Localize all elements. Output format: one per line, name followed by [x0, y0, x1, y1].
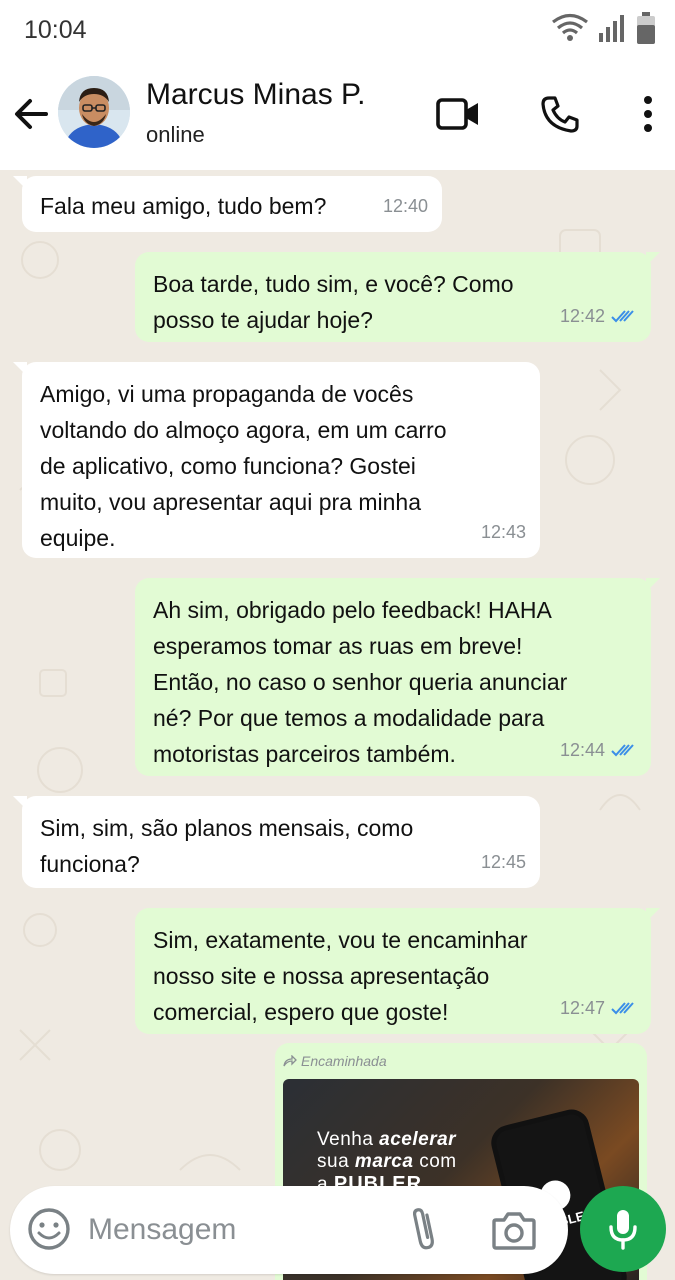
- signal-icon: [599, 15, 624, 42]
- voice-record-button[interactable]: [580, 1186, 666, 1272]
- emoji-button[interactable]: [26, 1206, 72, 1252]
- promo-line-1: Venha acelerar: [317, 1129, 457, 1150]
- attach-button[interactable]: [406, 1206, 442, 1254]
- message-meta: 12:44: [560, 732, 637, 768]
- camera-icon: [492, 1212, 536, 1250]
- camera-button[interactable]: [490, 1208, 538, 1252]
- emoji-icon: [28, 1208, 70, 1250]
- read-receipt-icon: [611, 1002, 634, 1015]
- promo-line-2: sua marca com: [317, 1151, 457, 1172]
- message-time: 12:40: [382, 196, 428, 216]
- message-time: 12:42: [559, 306, 605, 326]
- message-composer: [10, 1186, 568, 1274]
- message-bubble-outgoing[interactable]: Ah sim, obrigado pelo feedback! HAHA esp…: [135, 578, 660, 776]
- bubble-tail: [646, 252, 660, 266]
- bubble-tail: [646, 908, 660, 922]
- message-bubble-incoming[interactable]: Fala meu amigo, tudo bem? 12:40: [13, 176, 442, 232]
- message-text: Amigo, vi uma propaganda de vocês voltan…: [40, 381, 447, 551]
- message-time: 12:43: [480, 522, 526, 542]
- bubble-tail: [13, 362, 27, 376]
- contact-name[interactable]: Marcus Minas P.: [146, 78, 366, 112]
- message-bubble-incoming[interactable]: Amigo, vi uma propaganda de vocês voltan…: [13, 362, 540, 558]
- chat-header: Marcus Minas P. online: [0, 62, 675, 170]
- message-meta: 12:43: [481, 514, 526, 550]
- paperclip-icon: [412, 1208, 434, 1250]
- status-time: 10:04: [24, 16, 87, 44]
- bubble-tail: [13, 176, 27, 190]
- video-call-button[interactable]: [432, 88, 484, 140]
- message-bubble-incoming[interactable]: Sim, sim, são planos mensais, como funci…: [13, 796, 540, 888]
- back-arrow-icon: [15, 99, 48, 129]
- message-text: Sim, sim, são planos mensais, como funci…: [40, 815, 414, 877]
- back-button[interactable]: [10, 92, 54, 136]
- message-meta: 12:47: [560, 990, 637, 1026]
- message-input[interactable]: [88, 1208, 388, 1252]
- status-icons: [551, 10, 657, 46]
- forward-arrow-icon: [283, 1055, 297, 1067]
- battery-icon: [637, 12, 655, 44]
- message-time: 12:45: [480, 852, 526, 872]
- forwarded-label: Encaminhada: [283, 1051, 639, 1071]
- more-options-button[interactable]: [622, 88, 674, 140]
- message-time: 12:47: [559, 998, 605, 1018]
- message-time: 12:44: [559, 740, 605, 760]
- message-bubble-outgoing[interactable]: Sim, exatamente, vou te encaminhar nosso…: [135, 908, 660, 1034]
- avatar-image: [58, 76, 130, 148]
- wifi-icon: [552, 13, 588, 41]
- bubble-tail: [13, 796, 27, 810]
- message-text: Fala meu amigo, tudo bem?: [40, 193, 327, 219]
- message-meta: 12:45: [481, 844, 526, 880]
- bubble-tail: [646, 578, 660, 592]
- microphone-icon: [609, 1210, 637, 1250]
- voice-call-button[interactable]: [534, 88, 586, 140]
- video-call-icon: [436, 98, 478, 130]
- read-receipt-icon: [611, 310, 634, 323]
- contact-avatar[interactable]: [58, 76, 130, 148]
- message-bubble-outgoing[interactable]: Boa tarde, tudo sim, e você? Como posso …: [135, 252, 660, 342]
- more-vert-icon: [644, 96, 652, 132]
- contact-status: online: [146, 122, 205, 147]
- chat-area[interactable]: Fala meu amigo, tudo bem? 12:40 Boa tard…: [0, 170, 675, 1280]
- status-bar: 10:04: [0, 0, 675, 62]
- message-meta: 12:42: [560, 298, 637, 334]
- forwarded-text: Encaminhada: [301, 1053, 387, 1069]
- message-meta: 12:40: [383, 188, 428, 224]
- phone-icon: [541, 96, 579, 133]
- read-receipt-icon: [611, 744, 634, 757]
